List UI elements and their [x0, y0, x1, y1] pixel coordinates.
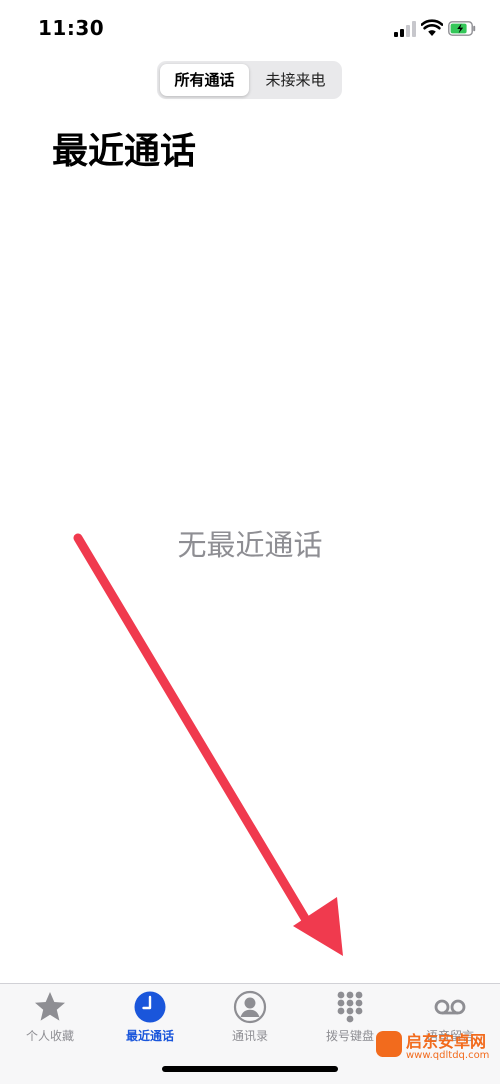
- person-circle-icon: [233, 990, 267, 1024]
- star-icon: [35, 992, 65, 1021]
- watermark-url: www.qdltdq.com: [406, 1050, 490, 1061]
- battery-icon: [448, 21, 476, 36]
- watermark-title: 启东安卓网: [406, 1032, 487, 1051]
- segment-all-calls[interactable]: 所有通话: [160, 64, 249, 96]
- page-title: 最近通话: [52, 131, 197, 172]
- empty-state-message: 无最近通话: [177, 528, 323, 562]
- status-time: 11:30: [38, 16, 105, 40]
- voicemail-icon: [434, 999, 466, 1015]
- keypad-icon: [337, 991, 363, 1023]
- wifi-icon: [421, 19, 443, 36]
- watermark: 启东安卓网 www.qdltdq.com: [376, 1023, 498, 1073]
- tab-label: 最近通话: [125, 1029, 174, 1043]
- clock-icon: [134, 991, 166, 1023]
- tab-label: 个人收藏: [25, 1029, 74, 1043]
- call-filter-segmented-control: 所有通话 未接来电: [157, 61, 342, 99]
- segment-missed-calls[interactable]: 未接来电: [252, 64, 339, 96]
- tab-favorites[interactable]: 个人收藏: [0, 984, 100, 1084]
- cellular-signal-icon: [394, 21, 418, 37]
- status-bar: 11:30: [0, 0, 500, 58]
- home-indicator: [162, 1066, 338, 1072]
- watermark-logo-icon: [376, 1031, 402, 1057]
- tab-label: 通讯录: [231, 1029, 268, 1043]
